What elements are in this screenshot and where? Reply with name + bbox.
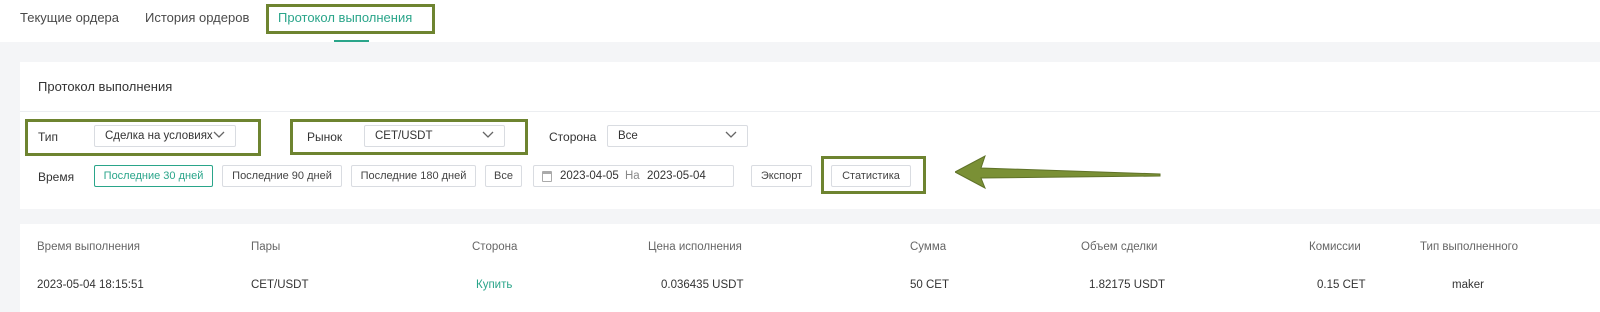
date-separator: На — [625, 170, 640, 182]
side-select-value: Все — [618, 130, 638, 142]
market-select-value: CET/USDT — [375, 130, 433, 142]
date-from[interactable]: 2023-04-05 — [560, 170, 619, 182]
date-to[interactable]: 2023-05-04 — [647, 170, 706, 182]
market-select[interactable]: CET/USDT — [364, 125, 505, 147]
chevron-down-icon — [482, 131, 494, 138]
cell-pair: CET/USDT — [251, 279, 309, 291]
results-table: Время выполнения Пары Сторона Цена испол… — [20, 224, 1600, 312]
cell-exec-time: 2023-05-04 18:15:51 — [37, 279, 144, 291]
type-select[interactable]: Сделка на условиях — [94, 125, 236, 147]
cell-side: Купить — [476, 279, 513, 291]
last-30-days-button[interactable]: Последние 30 дней — [94, 165, 213, 187]
side-label: Сторона — [549, 130, 597, 144]
header-exec-price: Цена исполнения — [648, 241, 742, 253]
export-button[interactable]: Экспорт — [751, 165, 812, 187]
cell-exec-type: maker — [1452, 279, 1484, 291]
chevron-down-icon — [213, 131, 225, 138]
annotation-arrow-icon — [955, 154, 1161, 190]
header-amount: Сумма — [910, 241, 947, 253]
time-label: Время — [38, 170, 75, 184]
cell-exec-price: 0.036435 USDT — [661, 279, 744, 291]
cell-trade-volume: 1.82175 USDT — [1089, 279, 1166, 291]
calendar-icon — [542, 171, 552, 182]
header-exec-time: Время выполнения — [37, 241, 140, 253]
side-select[interactable]: Все — [607, 125, 748, 147]
chevron-down-icon — [725, 131, 737, 138]
last-90-days-button[interactable]: Последние 90 дней — [222, 165, 342, 187]
cell-fees: 0.15 CET — [1317, 279, 1366, 291]
tab-execution-log[interactable]: Протокол выполнения — [278, 10, 412, 25]
panel-title: Протокол выполнения — [38, 79, 173, 94]
date-range-picker[interactable]: 2023-04-05 На 2023-05-04 — [533, 165, 734, 187]
tab-current-orders[interactable]: Текущие ордера — [20, 10, 119, 25]
header-trade-volume: Объем сделки — [1081, 241, 1158, 253]
header-exec-type: Тип выполненного — [1420, 241, 1519, 253]
last-180-days-button[interactable]: Последние 180 дней — [351, 165, 476, 187]
cell-amount: 50 CET — [910, 279, 949, 291]
header-pairs: Пары — [251, 241, 281, 253]
type-label: Тип — [38, 130, 59, 144]
statistics-button[interactable]: Статистика — [831, 165, 911, 187]
tab-bar: Текущие ордера История ордеров Протокол … — [0, 0, 1600, 42]
tab-order-history[interactable]: История ордеров — [145, 10, 249, 25]
active-tab-indicator — [334, 40, 369, 42]
all-time-button[interactable]: Все — [485, 165, 522, 187]
header-side: Сторона — [472, 241, 518, 253]
divider — [20, 111, 1600, 112]
market-label: Рынок — [307, 130, 343, 144]
type-select-value: Сделка на условиях — [105, 130, 213, 142]
header-fees: Комиссии — [1309, 241, 1361, 253]
